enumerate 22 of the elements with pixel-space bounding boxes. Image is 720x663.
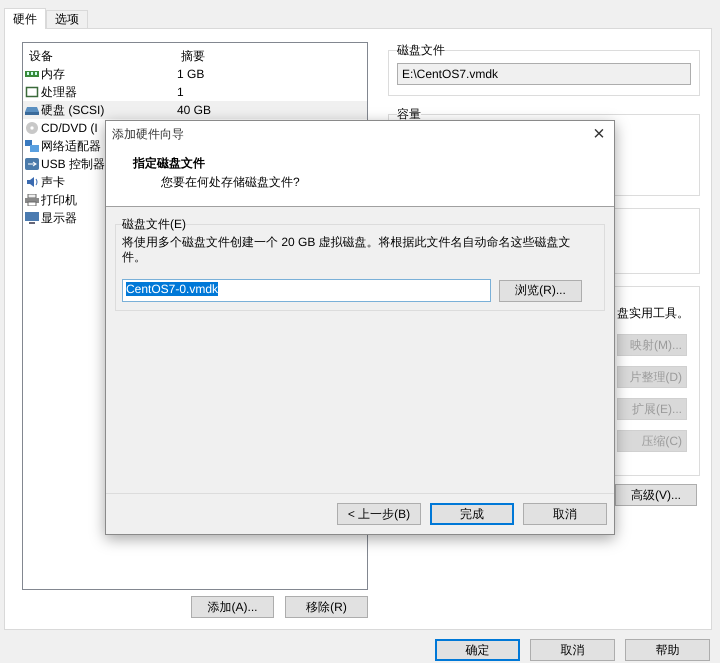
description-text: 将使用多个磁盘文件创建一个 20 GB 虚拟磁盘。将根据此文件名自动命名这些磁盘文件。 xyxy=(122,235,572,265)
group-label: 磁盘文件 xyxy=(397,42,445,59)
group-label: 磁盘文件(E) xyxy=(122,216,186,233)
device-summary: 1 xyxy=(177,85,184,99)
dialog-title: 添加硬件向导 xyxy=(112,126,184,142)
step-subheading: 您要在何处存储磁盘文件? xyxy=(160,174,301,191)
device-name: USB 控制器 xyxy=(41,156,106,170)
device-name: CD/DVD (I xyxy=(41,121,98,135)
column-header: 设备 xyxy=(29,48,54,64)
utilities-text: 盘实用工具。 xyxy=(617,305,689,322)
device-name: 网络适配器 xyxy=(41,138,101,152)
device-name: 内存 xyxy=(41,66,65,80)
step-heading: 指定磁盘文件 xyxy=(132,155,206,172)
device-name: 硬盘 (SCSI) xyxy=(41,102,104,116)
device-summary: 40 GB xyxy=(177,103,212,117)
device-name: 处理器 xyxy=(41,84,77,98)
device-name: 打印机 xyxy=(41,192,77,206)
group-label: 容量 xyxy=(397,106,421,123)
column-header: 摘要 xyxy=(181,48,205,64)
device-name: 显示器 xyxy=(41,210,77,224)
device-name: 声卡 xyxy=(41,174,65,188)
device-summary: 1 GB xyxy=(177,67,204,81)
